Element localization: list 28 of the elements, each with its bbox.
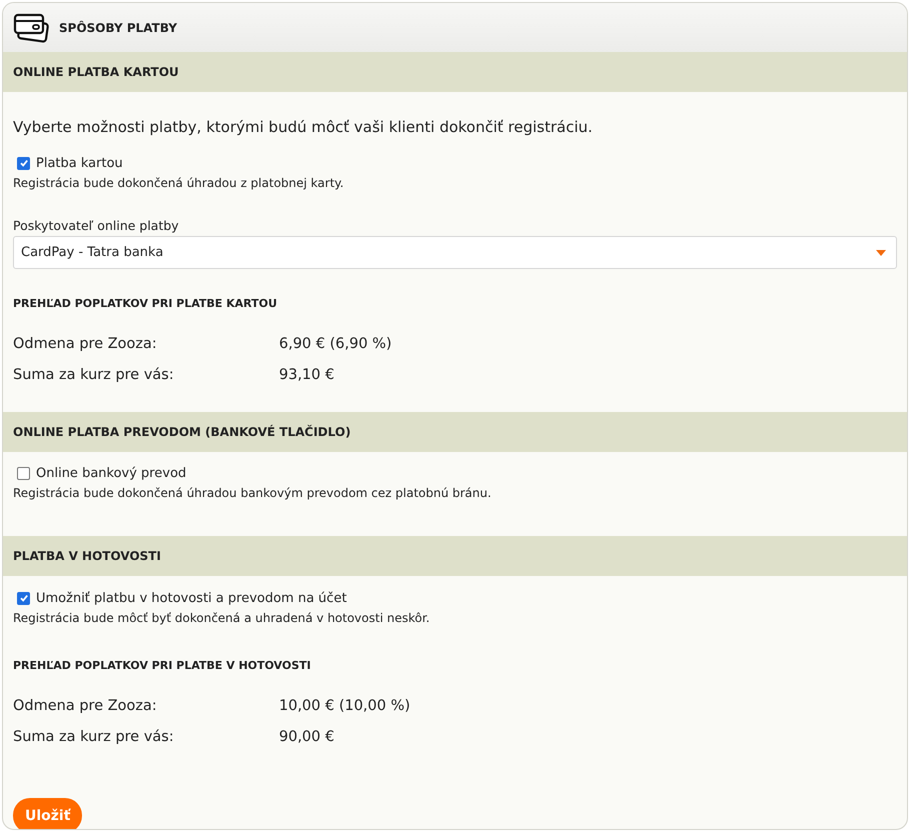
section-title: ONLINE PLATBA KARTOU [13, 65, 179, 79]
fees-heading: PREHĽAD POPLATKOV PRI PLATBE V HOTOVOSTI [13, 659, 312, 672]
checkbox-label[interactable]: Umožniť platbu v hotovosti a prevodom na účet [36, 590, 347, 606]
section-title: PLATBA V HOTOVOSTI [13, 549, 161, 563]
option-description: Registrácia bude dokončená úhradou z platobnej karty. [13, 176, 345, 190]
field-label: Poskytovateľ online platby [13, 218, 180, 233]
fee-value: 93,10 € [279, 366, 334, 382]
checkbox[interactable] [17, 466, 30, 480]
provider-select[interactable]: CardPay - Tatra banka [13, 236, 897, 269]
fee-value: 6,90 € (6,90 %) [279, 336, 392, 352]
fee-label: Odmena pre Zooza: [13, 698, 158, 714]
fee-value: 90,00 € [279, 728, 334, 744]
panel-title: SPÔSOBY PLATBY [59, 20, 178, 34]
option-description: Registrácia bude môcť byť dokončená a uhradená v hotovosti neskôr. [13, 611, 431, 625]
checkbox-label[interactable]: Online bankový prevod [36, 466, 186, 480]
section-title: ONLINE PLATBA PREVODOM (BANKOVÉ TLAČIDLO) [13, 425, 351, 439]
fee-label: Suma za kurz pre vás: [13, 366, 175, 382]
checkbox[interactable] [17, 156, 30, 170]
caret-icon [876, 250, 886, 256]
fee-label: Suma za kurz pre vás: [13, 728, 175, 744]
checkbox-label[interactable]: Platba kartou [36, 156, 123, 170]
fees-heading: PREHĽAD POPLATKOV PRI PLATBE KARTOU [13, 297, 278, 310]
option-description: Registrácia bude dokončená úhradou bankovým prevodom cez platobnú bránu. [13, 486, 492, 500]
fee-value: 10,00 € (10,00 %) [279, 698, 410, 714]
checkbox[interactable] [17, 592, 30, 604]
fee-label: Odmena pre Zooza: [13, 336, 158, 352]
credit-cards-icon [13, 12, 51, 42]
intro-text: Vyberte možnosti platby, ktorými budú môcť vaši klienti dokončiť registráciu. [13, 118, 594, 136]
